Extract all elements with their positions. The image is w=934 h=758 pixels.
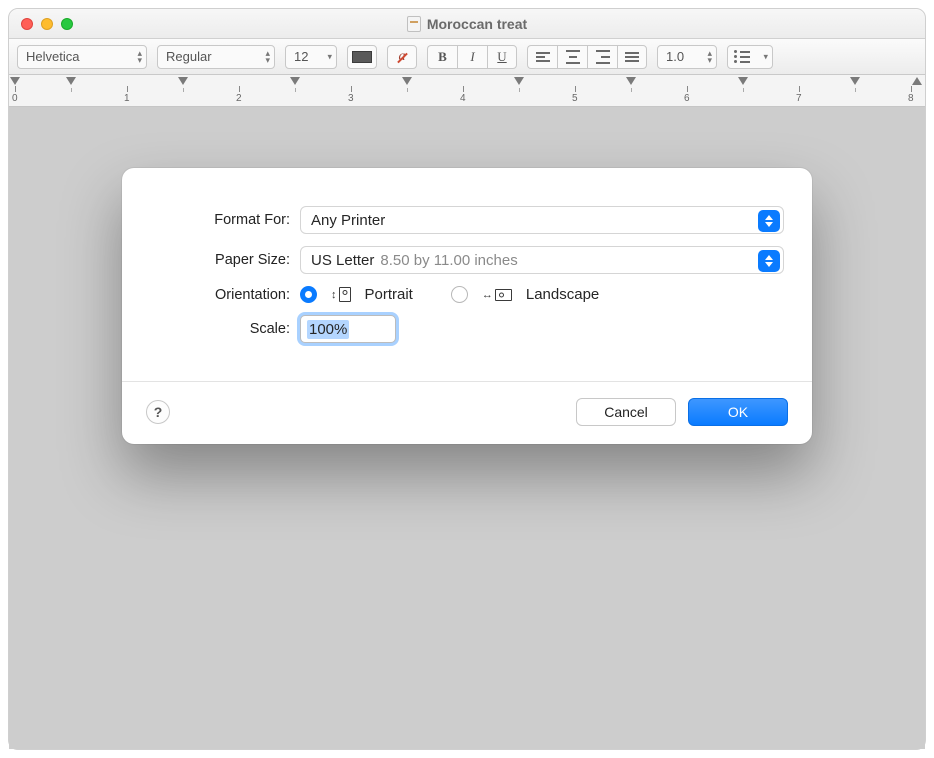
popup-arrows-icon <box>758 250 780 272</box>
landscape-icon: ↔ <box>482 289 512 301</box>
cancel-label: Cancel <box>604 404 648 420</box>
paper-size-label: Paper Size: <box>150 252 300 268</box>
portrait-icon: ↕ <box>331 287 351 302</box>
help-label: ? <box>154 404 163 420</box>
paper-size-name: US Letter <box>311 252 374 269</box>
format-for-label: Format For: <box>150 212 300 228</box>
orientation-label: Orientation: <box>150 287 300 303</box>
portrait-label: Portrait <box>365 286 413 303</box>
paper-size-popup[interactable]: US Letter 8.50 by 11.00 inches <box>300 246 784 274</box>
orientation-portrait-radio[interactable] <box>300 286 317 303</box>
cancel-button[interactable]: Cancel <box>576 398 676 426</box>
format-for-value: Any Printer <box>311 212 385 229</box>
scale-value: 100% <box>307 320 349 339</box>
ok-label: OK <box>728 404 748 420</box>
landscape-label: Landscape <box>526 286 599 303</box>
popup-arrows-icon <box>758 210 780 232</box>
format-for-popup[interactable]: Any Printer <box>300 206 784 234</box>
scale-input[interactable]: 100% <box>300 315 396 343</box>
ok-button[interactable]: OK <box>688 398 788 426</box>
modal-overlay: Format For: Any Printer Paper Size: US L… <box>0 0 934 758</box>
orientation-landscape-radio[interactable] <box>451 286 468 303</box>
page-setup-dialog: Format For: Any Printer Paper Size: US L… <box>122 168 812 444</box>
help-button[interactable]: ? <box>146 400 170 424</box>
paper-size-dims: 8.50 by 11.00 inches <box>380 252 517 269</box>
scale-label: Scale: <box>150 321 300 337</box>
